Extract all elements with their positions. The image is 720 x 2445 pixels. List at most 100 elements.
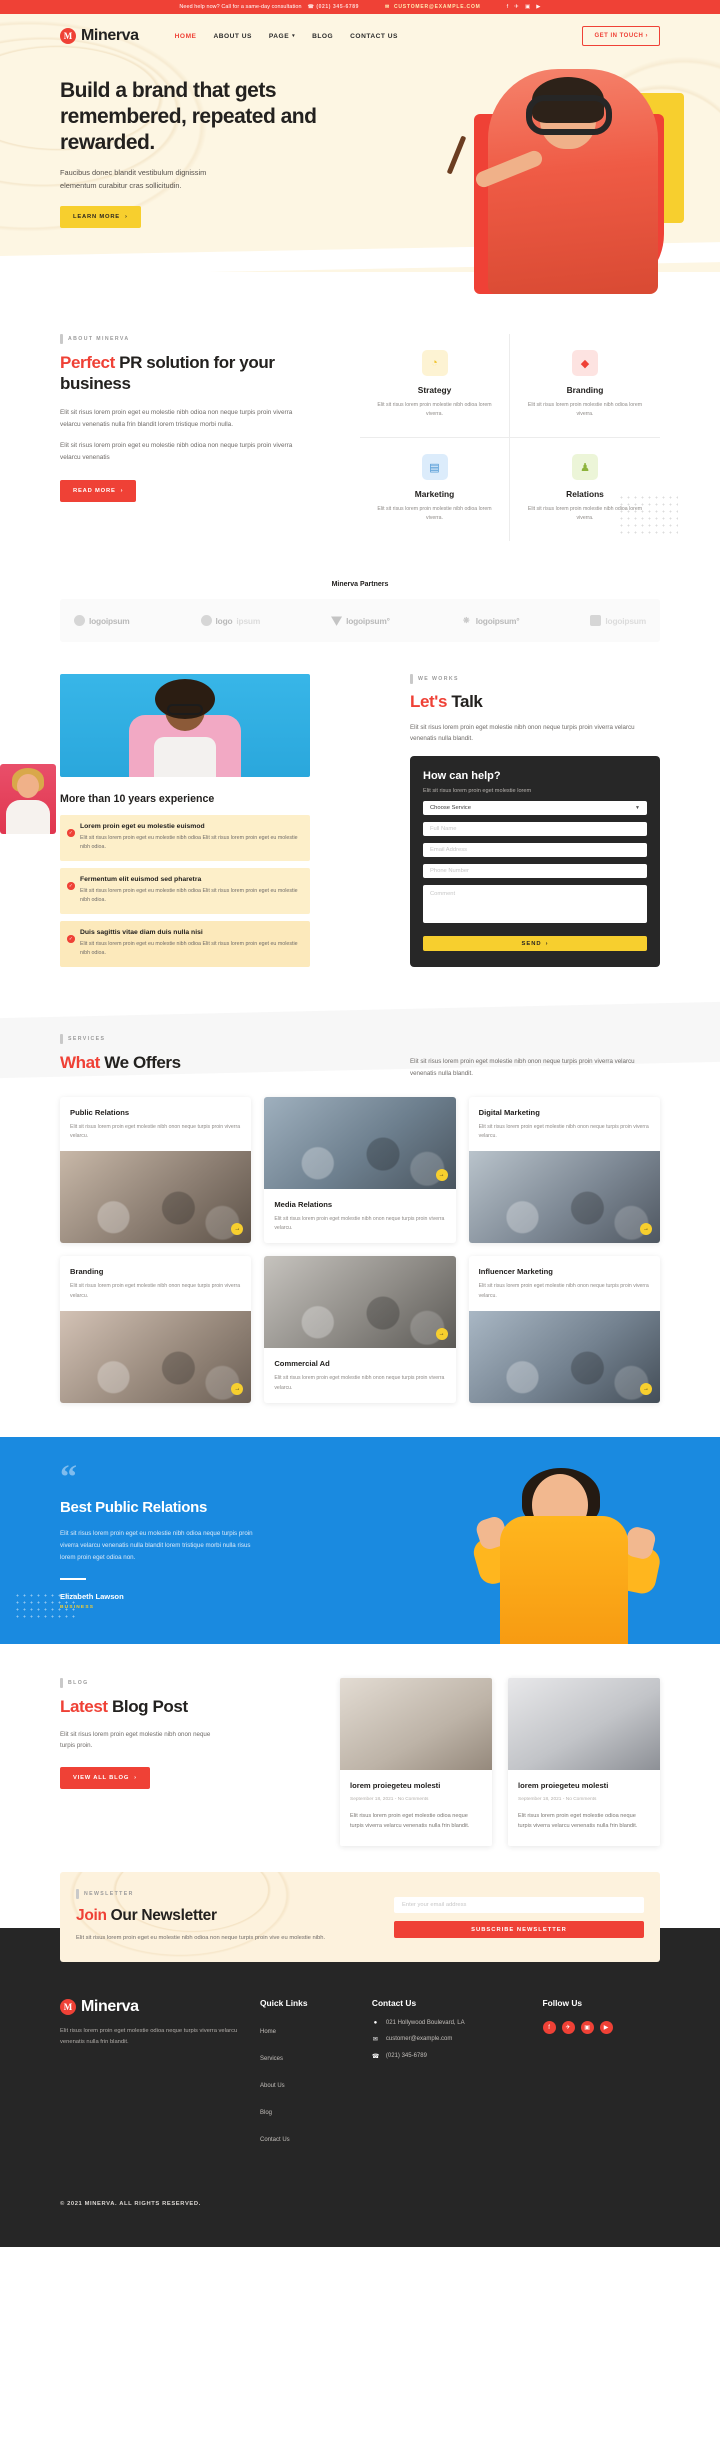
facebook-icon[interactable]: f: [507, 4, 509, 10]
accordion-item-3[interactable]: ✓ Duis sagittis vitae diam duis nulla ni…: [60, 921, 310, 968]
topbar-help: Need help now? Call for a same-day consu…: [179, 4, 359, 10]
blog-card-2[interactable]: lorem proiegeteu molesti September 18, 2…: [508, 1677, 660, 1846]
feature-card-marketing[interactable]: ▤ Marketing Elit sit risus lorem proin m…: [360, 438, 510, 542]
service-image: →: [468, 1151, 660, 1244]
twitter-icon[interactable]: ✈: [561, 2021, 575, 2035]
blog-title-accent: Latest: [60, 1696, 108, 1716]
footer-link-home[interactable]: Home: [260, 2029, 276, 2035]
service-card-public-relations[interactable]: Public Relations Elit sit risus lorem pr…: [60, 1096, 252, 1244]
check-circle-icon: ✓: [67, 882, 75, 890]
facebook-icon[interactable]: f: [542, 2021, 556, 2035]
topbar-help-text: Need help now? Call for a same-day consu…: [179, 4, 302, 10]
newsletter-email-input[interactable]: [394, 1897, 644, 1914]
blog-card-text: Elit risus lorem proin eget molestie odi…: [350, 1812, 470, 1830]
blog-card-image: [508, 1677, 660, 1770]
newsletter-section-label: NEWSLETTER: [76, 1888, 366, 1899]
hero-subtitle: Faucibus donec blandit vestibulum dignis…: [60, 168, 207, 190]
footer-link-services[interactable]: Services: [260, 2056, 283, 2062]
newsletter-label-text: NEWSLETTER: [84, 1890, 134, 1897]
service-card-digital-marketing[interactable]: Digital Marketing Elit sit risus lorem p…: [468, 1096, 660, 1244]
service-card-branding[interactable]: Branding Elit sit risus lorem proin eget…: [60, 1256, 252, 1404]
footer-contact-heading: Contact Us: [371, 1998, 417, 2009]
footer-link-contact-us[interactable]: Contact Us: [260, 2137, 290, 2143]
accordion-item-1[interactable]: ✓ Lorem proin eget eu molestie euismod E…: [60, 815, 310, 862]
service-title: Influencer Marketing: [478, 1267, 553, 1277]
service-card-media-relations[interactable]: → Media Relations Elit sit risus lorem p…: [264, 1096, 456, 1244]
brand-name: Minerva: [81, 27, 139, 44]
side-person-body: [6, 800, 50, 835]
footer-email[interactable]: ✉ customer@example.com: [372, 2036, 529, 2043]
partner-circle-icon: [200, 615, 212, 627]
service-card-commercial-ad[interactable]: → Commercial Ad Elit sit risus lorem pro…: [264, 1256, 456, 1404]
footer-link-blog[interactable]: Blog: [260, 2110, 272, 2116]
top-utility-bar: Need help now? Call for a same-day consu…: [0, 0, 720, 14]
footer-brand-logo[interactable]: M Minerva: [60, 1998, 246, 2016]
nav-item-contact-us[interactable]: CONTACT US: [350, 33, 398, 40]
phone-icon: ☎: [371, 2054, 380, 2061]
about-features-grid: ◔ Strategy Elit sit risus lorem proin mo…: [360, 334, 660, 542]
view-all-blog-button[interactable]: VIEW ALL BLOG ›: [60, 1766, 150, 1789]
accordion-item-2[interactable]: ✓ Fermentum elit euismod sed pharetra El…: [60, 868, 310, 915]
service-title: Branding: [70, 1267, 104, 1277]
form-heading: How can help?: [423, 770, 501, 783]
blog-card-1[interactable]: lorem proiegeteu molesti September 18, 2…: [340, 1677, 492, 1846]
arrow-right-icon[interactable]: →: [435, 1168, 448, 1181]
partner-logo-3: logoipsum°: [331, 615, 390, 626]
service-title: Digital Marketing: [478, 1107, 540, 1117]
blog-heading-block: BLOG Latest Blog Post Elit sit risus lor…: [60, 1677, 220, 1789]
services-title-accent: What: [60, 1053, 100, 1073]
youtube-icon[interactable]: ▶: [536, 4, 540, 10]
about-paragraph-2: Elit sit risus lorem proin eget eu moles…: [60, 442, 293, 461]
read-more-label: READ MORE: [73, 487, 116, 494]
feature-card-strategy[interactable]: ◔ Strategy Elit sit risus lorem proin mo…: [360, 334, 510, 439]
nav-label: HOME: [174, 32, 197, 40]
subscribe-newsletter-button[interactable]: SUBSCRIBE NEWSLETTER: [394, 1921, 644, 1939]
service-card-influencer-marketing[interactable]: Influencer Marketing Elit sit risus lore…: [468, 1256, 660, 1404]
service-title: Public Relations: [70, 1107, 130, 1117]
comment-textarea[interactable]: [423, 885, 647, 924]
feature-title: Branding: [566, 385, 604, 395]
learn-more-button[interactable]: LEARN MORE ›: [60, 205, 141, 228]
learn-more-label: LEARN MORE: [73, 213, 120, 220]
accordion-title: Fermentum elit euismod sed pharetra: [80, 876, 202, 884]
works-photo: [60, 674, 310, 778]
nav-item-about-us[interactable]: ABOUT US: [213, 33, 251, 40]
form-subheading: Elit sit risus lorem proin eget molestie…: [423, 788, 532, 795]
hero-section: M Minerva HOME ABOUT US PAGE ▾ BLOG CONTA…: [0, 14, 720, 294]
youtube-icon[interactable]: ▶: [599, 2021, 613, 2035]
twitter-icon[interactable]: ✈: [514, 4, 519, 10]
service-desc: Elit sit risus lorem proin eget molestie…: [274, 1215, 445, 1232]
nav-item-page[interactable]: PAGE ▾: [269, 33, 295, 40]
read-more-button[interactable]: READ MORE ›: [60, 479, 137, 502]
send-button[interactable]: SEND ›: [423, 936, 647, 952]
nav-item-home[interactable]: HOME: [175, 33, 197, 40]
instagram-icon[interactable]: ▣: [525, 4, 530, 10]
service-desc: Elit sit risus lorem proin eget molestie…: [274, 1375, 445, 1391]
works-right-column: WE WORKS Let's Talk Elit sit risus lorem…: [410, 674, 660, 968]
people-icon: ♟: [572, 454, 598, 481]
check-circle-icon: ✓: [67, 829, 75, 837]
arrow-right-icon[interactable]: →: [435, 1328, 448, 1341]
service-image: →: [264, 1096, 456, 1189]
brand-logo[interactable]: M Minerva: [60, 27, 139, 45]
full-name-input[interactable]: [423, 822, 647, 837]
services-column-3: Digital Marketing Elit sit risus lorem p…: [468, 1096, 660, 1404]
services-column-1: Public Relations Elit sit risus lorem pr…: [60, 1096, 252, 1404]
phone-number-input[interactable]: [423, 864, 647, 879]
feature-card-branding[interactable]: ◆ Branding Elit sit risus lorem proin mo…: [510, 334, 660, 439]
footer-phone[interactable]: ☎ (021) 345-6789: [372, 2053, 529, 2060]
footer-link-about-us[interactable]: About Us: [260, 2083, 285, 2089]
topbar-email-link[interactable]: ✉ CUSTOMER@EXAMPLE.COM: [385, 4, 481, 10]
email-address-input[interactable]: [423, 843, 647, 858]
partner-dots-icon: ❋: [462, 616, 470, 626]
get-in-touch-button[interactable]: GET IN TOUCH ›: [582, 26, 660, 46]
partner-label: logoipsum: [605, 615, 646, 626]
choose-service-select[interactable]: Choose Service ▼: [423, 801, 647, 816]
topbar-phone-link[interactable]: ☎ (021) 345-6789: [308, 4, 359, 10]
works-title-rest: Talk: [447, 692, 483, 712]
main-navigation: M Minerva HOME ABOUT US PAGE ▾ BLOG CONTA…: [60, 14, 660, 58]
nav-item-blog[interactable]: BLOG: [312, 33, 333, 40]
instagram-icon[interactable]: ▣: [580, 2021, 594, 2035]
newsletter-title-rest: Our Newsletter: [106, 1906, 217, 1924]
footer-brand-block: M Minerva Elit risus lorem proin eget mo…: [60, 1998, 246, 2155]
